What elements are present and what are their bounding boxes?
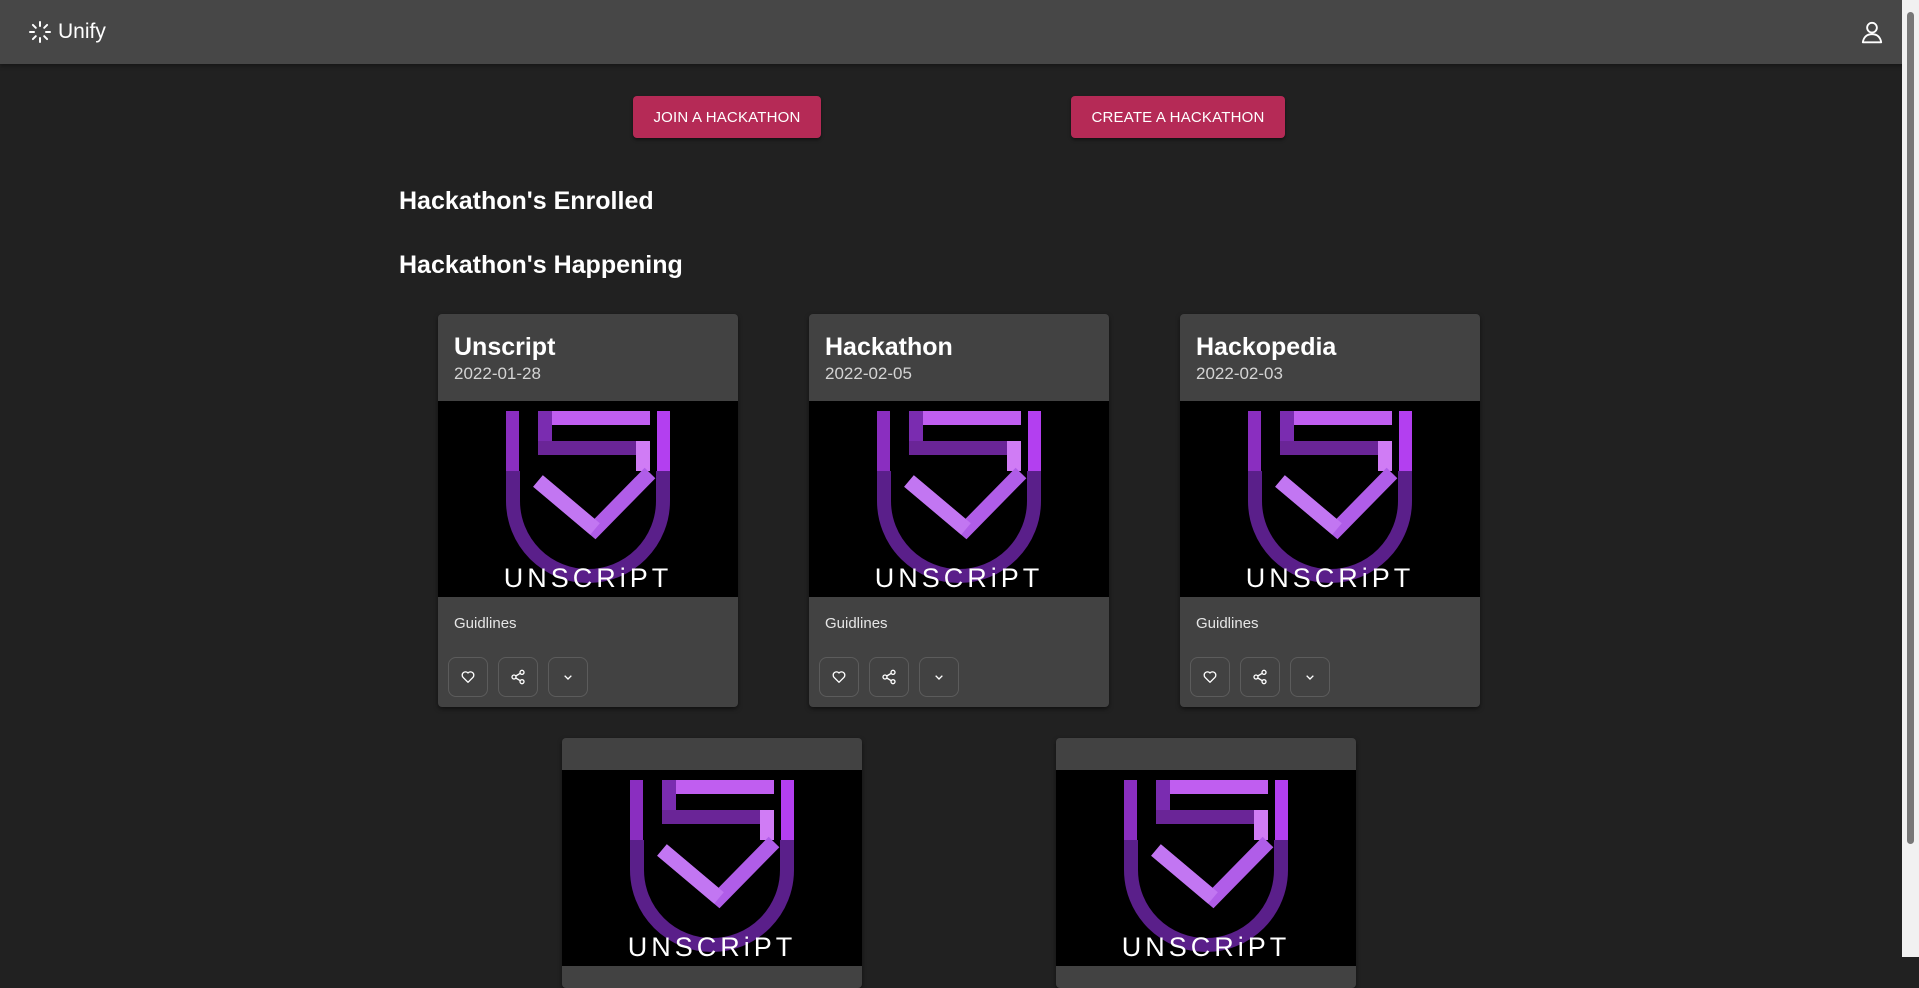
enrolled-heading: Hackathon's Enrolled: [399, 187, 654, 215]
top-app-bar: Unify: [0, 0, 1919, 64]
unscript-logo-image: [1180, 401, 1480, 597]
card-title: Hackopedia: [1196, 333, 1337, 361]
hackathon-card[interactable]: Hackathon 2022-02-05 Guidlines: [809, 314, 1109, 707]
chevron-down-icon: [935, 675, 943, 680]
card-actions: [819, 657, 959, 697]
card-header: Hackopedia 2022-02-03: [1180, 314, 1480, 401]
heart-icon: [832, 671, 846, 683]
app-name: Unify: [58, 20, 106, 43]
share-button[interactable]: [498, 657, 538, 697]
heart-icon: [1203, 671, 1217, 683]
card-content: Guidlines: [438, 597, 738, 707]
card-header: Hackathon 2022-02-05: [809, 314, 1109, 401]
chevron-down-icon: [564, 675, 572, 680]
page-scrollbar[interactable]: [1902, 0, 1919, 957]
like-button[interactable]: [819, 657, 859, 697]
card-actions: [448, 657, 588, 697]
card-title: Unscript: [454, 333, 556, 361]
card-header: [562, 738, 862, 770]
happening-heading: Hackathon's Happening: [399, 251, 683, 279]
card-date: 2022-02-03: [1196, 364, 1283, 383]
unscript-logo-image: [562, 770, 862, 966]
loading-spinner-icon: [29, 21, 51, 43]
like-button[interactable]: [1190, 657, 1230, 697]
heart-icon: [461, 671, 475, 683]
card-date: 2022-01-28: [454, 364, 541, 383]
expand-button[interactable]: [919, 657, 959, 697]
scrollbar-thumb[interactable]: [1907, 12, 1914, 844]
unscript-logo-image: [809, 401, 1109, 597]
card-actions: [1190, 657, 1330, 697]
unscript-logo-image: [1056, 770, 1356, 966]
card-content: Guidlines: [1180, 597, 1480, 707]
person-icon[interactable]: [1859, 19, 1885, 45]
hackathon-card[interactable]: [562, 738, 862, 988]
like-button[interactable]: [448, 657, 488, 697]
create-hackathon-button[interactable]: CREATE A HACKATHON: [1071, 96, 1285, 138]
card-content: Guidlines: [809, 597, 1109, 707]
card-date: 2022-02-05: [825, 364, 912, 383]
chevron-down-icon: [1306, 675, 1314, 680]
share-icon: [882, 669, 896, 685]
expand-button[interactable]: [548, 657, 588, 697]
join-hackathon-button[interactable]: JOIN A HACKATHON: [633, 96, 821, 138]
guidelines-text: Guidlines: [454, 615, 517, 632]
share-button[interactable]: [869, 657, 909, 697]
unscript-logo-image: [438, 401, 738, 597]
hackathon-card[interactable]: Unscript 2022-01-28 Guidlines: [438, 314, 738, 707]
expand-button[interactable]: [1290, 657, 1330, 697]
card-header: [1056, 738, 1356, 770]
card-header: Unscript 2022-01-28: [438, 314, 738, 401]
share-button[interactable]: [1240, 657, 1280, 697]
share-icon: [1253, 669, 1267, 685]
card-title: Hackathon: [825, 333, 953, 361]
hackathon-card[interactable]: Hackopedia 2022-02-03 Guidlines: [1180, 314, 1480, 707]
brand[interactable]: Unify: [28, 20, 106, 44]
guidelines-text: Guidlines: [825, 615, 888, 632]
guidelines-text: Guidlines: [1196, 615, 1259, 632]
hackathon-card[interactable]: [1056, 738, 1356, 988]
share-icon: [511, 669, 525, 685]
